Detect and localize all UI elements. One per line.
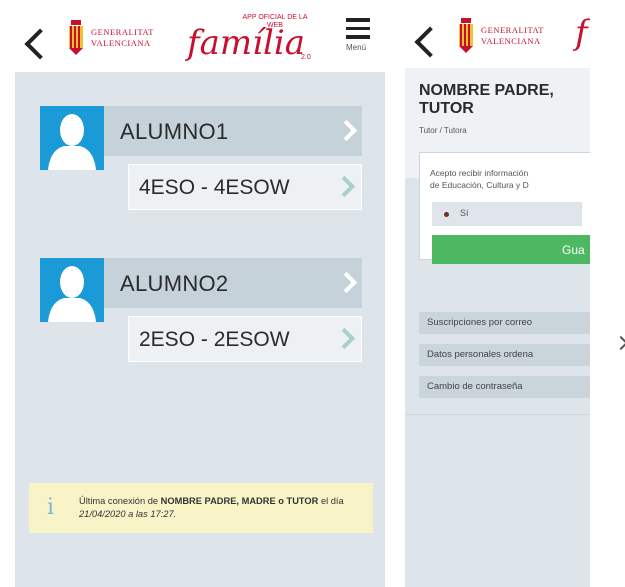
info-icon: i <box>47 495 55 520</box>
app-name-partial: f <box>575 13 588 53</box>
generalitat-shield-icon <box>69 20 83 55</box>
student-name: ALUMNO1 <box>120 119 229 144</box>
student-course-button[interactable]: 2ESO - 2ESOW <box>128 316 362 362</box>
profile-screen: GENERALITAT VALENCIANA f NOMBRE PADRE, T… <box>405 0 590 587</box>
student-list-panel: ALUMNO1 4ESO - 4ESOW ALUMNO2 2ESO - 2ESO… <box>15 72 385 587</box>
student-course: 4ESO - 4ESOW <box>139 176 290 199</box>
student-name-button[interactable]: ALUMNO1 <box>104 106 362 156</box>
chevron-right-icon <box>334 258 362 308</box>
menu-item-subscriptions[interactable]: Suscripciones por correo <box>419 312 590 334</box>
menu-item-change-password[interactable]: Cambio de contraseña <box>419 376 590 398</box>
menu-item-label: Cambio de contraseña <box>427 381 523 392</box>
next-arrow-icon[interactable] <box>613 335 625 351</box>
save-label: Gua <box>562 243 585 257</box>
notice-time: 17:27. <box>150 509 177 519</box>
consent-box: Acepto recibir información de Educación,… <box>419 152 590 264</box>
app-header: GENERALITAT VALENCIANA APP OFICIAL DE LA… <box>15 0 385 72</box>
back-chevron-icon[interactable] <box>24 28 56 60</box>
menu-item-label: Datos personales ordena <box>427 349 534 360</box>
brand-line1: GENERALITAT <box>91 27 154 37</box>
back-chevron-icon[interactable] <box>414 26 446 58</box>
menu-label: Menú <box>346 42 367 52</box>
chevron-right-icon <box>334 106 362 156</box>
notice-user: NOMBRE PADRE, MADRE o TUTOR <box>160 496 319 506</box>
familia-logo: f <box>575 16 588 50</box>
student-course: 2ESO - 2ESOW <box>139 328 290 351</box>
student-name: ALUMNO2 <box>120 271 229 296</box>
parent-name: NOMBRE PADRE, TUTOR <box>419 82 590 118</box>
notice-mid2: a las <box>125 509 151 519</box>
consent-yes-radio[interactable]: Sí <box>432 202 582 226</box>
app-name: família <box>187 23 305 63</box>
main-screen: GENERALITAT VALENCIANA APP OFICIAL DE LA… <box>15 0 385 587</box>
student-card: ALUMNO1 4ESO - 4ESOW <box>40 106 362 210</box>
divider <box>405 414 590 415</box>
hamburger-menu-icon <box>346 18 370 39</box>
notice-mid: el día <box>318 496 344 506</box>
menu-item-personal-data[interactable]: Datos personales ordena <box>419 344 590 366</box>
student-name-button[interactable]: ALUMNO2 <box>104 258 362 308</box>
parent-role: Tutor / Tutora <box>419 126 467 135</box>
chevron-right-icon <box>333 327 356 350</box>
menu-button[interactable]: Menú <box>346 18 370 52</box>
student-card: ALUMNO2 2ESO - 2ESOW <box>40 258 362 362</box>
consent-line2: de Educación, Cultura y D <box>430 180 529 190</box>
notice-prefix: Última conexión de <box>79 496 161 506</box>
brand-line1: GENERALITAT <box>481 25 544 35</box>
app-header: GENERALITAT VALENCIANA f <box>405 0 590 68</box>
brand-line2: VALENCIANA <box>91 38 151 48</box>
generalitat-logo: GENERALITAT VALENCIANA <box>457 18 544 54</box>
menu-item-label: Suscripciones por correo <box>427 317 533 328</box>
brand-line2: VALENCIANA <box>481 36 541 46</box>
consent-text: Acepto recibir información de Educación,… <box>430 167 590 191</box>
generalitat-shield-icon <box>459 18 473 53</box>
radio-label: Sí <box>460 208 469 218</box>
familia-logo: APP OFICIAL DE LA WEB família 2.0 <box>187 14 327 64</box>
parent-name-line2: TUTOR <box>419 100 474 117</box>
save-button[interactable]: Gua <box>432 235 590 264</box>
last-connection-notice: i Última conexión de NOMBRE PADRE, MADRE… <box>29 483 373 533</box>
user-avatar-icon <box>40 106 104 170</box>
app-version: 2.0 <box>301 54 311 61</box>
chevron-right-icon <box>333 175 356 198</box>
user-avatar-icon <box>40 258 104 322</box>
radio-dot-icon <box>444 212 449 217</box>
notice-text: Última conexión de NOMBRE PADRE, MADRE o… <box>79 495 369 521</box>
app-sup-line1: APP OFICIAL DE LA <box>242 14 308 21</box>
consent-line1: Acepto recibir información <box>430 168 529 178</box>
profile-panel: NOMBRE PADRE, TUTOR Tutor / Tutora Acept… <box>405 68 590 587</box>
student-course-button[interactable]: 4ESO - 4ESOW <box>128 164 362 210</box>
parent-name-line1: NOMBRE PADRE, <box>419 82 554 99</box>
notice-date: 21/04/2020 <box>79 509 126 519</box>
generalitat-logo: GENERALITAT VALENCIANA <box>67 20 154 56</box>
